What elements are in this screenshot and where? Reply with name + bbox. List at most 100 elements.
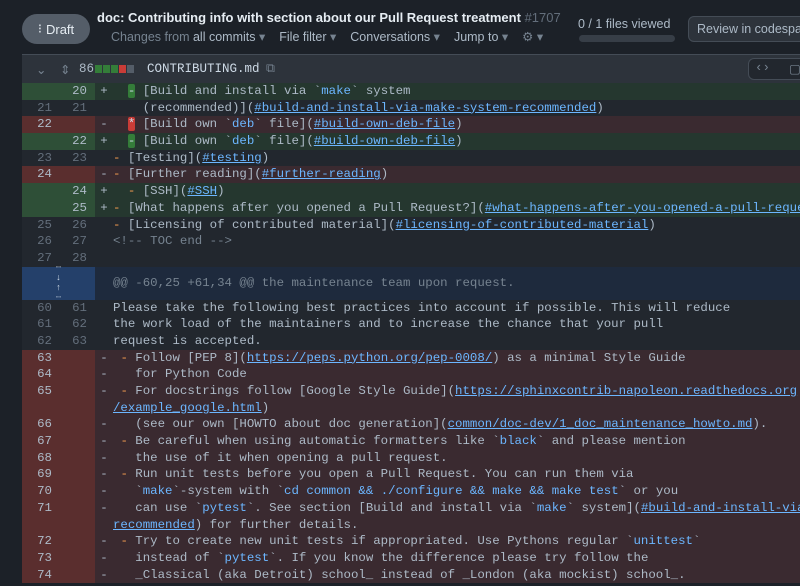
old-line-number[interactable]: 71 [22,499,60,517]
new-line-number[interactable] [60,399,95,417]
code-link[interactable]: /example_google.html [113,401,262,415]
code-token: ` or you [618,484,679,499]
expand-all-icon[interactable]: ⇕ [60,62,70,78]
new-line-number[interactable]: 22 [60,133,95,150]
old-line-number[interactable] [22,516,60,534]
old-line-number[interactable]: 64 [22,366,60,383]
file-filter-dropdown[interactable]: File filter ▾ [279,29,336,44]
code-link[interactable]: #build-own-deb-file [314,134,455,148]
new-line-number[interactable]: 61 [60,300,95,317]
diff-row: 66 - (see our own [HOWTO about doc genera… [22,416,800,434]
code-link[interactable]: common/doc-dev/1_doc_maintenance_howto.m… [448,417,753,431]
old-line-number[interactable]: 26 [22,233,60,250]
code-link[interactable]: #testing [202,151,262,165]
new-line-number[interactable] [60,466,95,484]
new-line-number[interactable] [60,483,95,500]
diff-sign [95,100,113,117]
new-line-number[interactable]: 63 [60,333,95,350]
old-line-number[interactable]: 72 [22,533,60,550]
old-line-number[interactable]: 25 [22,217,60,234]
old-line-number[interactable] [22,399,60,417]
new-line-number[interactable]: 62 [60,316,95,333]
new-line-number[interactable]: 25 [60,199,95,217]
old-line-number[interactable]: 63 [22,349,60,367]
new-line-number[interactable]: 28 [60,250,95,267]
new-line-number[interactable]: 26 [60,217,95,234]
new-line-number[interactable]: 20 [60,83,95,100]
expand-hunk-icon[interactable]: ┈ ↓ ↑ ┈ [22,263,95,303]
new-line-number[interactable] [60,449,95,467]
old-line-number[interactable] [22,183,60,200]
code-token: ` file]( [254,134,314,149]
new-line-number[interactable]: 23 [60,150,95,167]
source-view-icon[interactable]: ‹› [755,61,770,75]
new-line-number[interactable] [60,116,95,134]
old-line-number[interactable]: 73 [22,549,60,567]
old-line-number[interactable]: 69 [22,466,60,484]
new-line-number[interactable] [60,516,95,534]
new-line-number[interactable] [60,383,95,400]
conversations-dropdown[interactable]: Conversations ▾ [350,29,440,44]
code-link[interactable]: https://peps.python.org/pep-0008/ [247,351,492,365]
review-in-codespace-button[interactable]: Review in codespace [688,16,800,42]
new-line-number[interactable] [60,499,95,517]
diff-row: 62 63 request is accepted. [22,332,800,350]
new-line-number[interactable] [60,433,95,450]
code-link[interactable]: #build-own-deb-file [314,117,455,131]
code-link[interactable]: #licensing-of-contributed-material [396,218,649,232]
file-name[interactable]: CONTRIBUTING.md [147,62,260,76]
new-line-number[interactable] [60,549,95,567]
old-line-number[interactable]: 65 [22,383,60,400]
copy-icon[interactable]: ⧉ [266,62,275,76]
old-line-number[interactable] [22,199,60,217]
diff-row: 25 + - [What happens after you opened a Pu… [22,199,800,217]
old-line-number[interactable]: 24 [22,166,60,184]
new-line-number[interactable]: 21 [60,100,95,117]
diff-sign: + [100,134,108,149]
code-link[interactable]: https://sphinxcontrib-napoleon.readthedo… [455,384,797,398]
old-line-number[interactable]: 70 [22,483,60,500]
old-line-number[interactable]: 27 [22,250,60,267]
new-line-number[interactable] [60,416,95,434]
old-line-number[interactable]: 21 [22,100,60,117]
new-line-number[interactable] [60,349,95,367]
old-line-number[interactable] [22,83,60,100]
code-link[interactable]: #build-and-install-via-make-system-recom… [254,101,596,115]
new-line-number[interactable] [60,566,95,584]
diff-row: 26 27 <!-- TOC end --> [22,233,800,250]
code-link[interactable]: #what-happens-after-you-opened-a-pull-re… [485,201,800,215]
old-line-number[interactable]: 68 [22,449,60,467]
old-line-number[interactable]: 60 [22,300,60,317]
old-line-number[interactable]: 23 [22,150,60,167]
code-link[interactable]: recommended [113,518,195,532]
code-token: request is accepted. [113,333,262,348]
old-line-number[interactable]: 61 [22,316,60,333]
new-line-number[interactable] [60,533,95,550]
new-line-number[interactable]: 24 [60,183,95,200]
code-token: Please take the following best practices… [113,300,731,315]
rich-view-icon[interactable]: ▢ [789,61,800,77]
old-line-number[interactable] [22,133,60,150]
gear-icon[interactable]: ⚙ ▾ [522,29,543,44]
code-link[interactable]: #SSH [187,184,217,198]
code-line: _Classical (aka Detroit) school_ instead… [113,567,800,584]
old-line-number[interactable]: 22 [22,116,60,134]
old-line-number[interactable]: 66 [22,416,60,434]
code-token: pytest [202,500,247,515]
old-line-number[interactable]: 74 [22,566,60,584]
new-line-number[interactable] [60,366,95,383]
changes-from-dropdown[interactable]: Changes from all commits ▾ [111,29,265,44]
chevron-down-icon[interactable]: ⌄ [36,62,46,78]
code-link[interactable]: #further-reading [262,167,381,181]
code-link[interactable]: #build-and-install-via-make-system- [641,501,800,515]
code-token: deb [231,117,255,132]
caret-down-icon: ▾ [258,30,266,44]
diff-row: 22 - * [Build own `deb` file](#build-own-… [22,116,800,134]
new-line-number[interactable] [60,166,95,184]
diff-sign: - [100,550,108,565]
old-line-number[interactable]: 67 [22,433,60,450]
old-line-number[interactable]: 62 [22,333,60,350]
jump-to-dropdown[interactable]: Jump to ▾ [454,29,508,44]
code-token: - [120,534,128,549]
new-line-number[interactable]: 27 [60,233,95,250]
